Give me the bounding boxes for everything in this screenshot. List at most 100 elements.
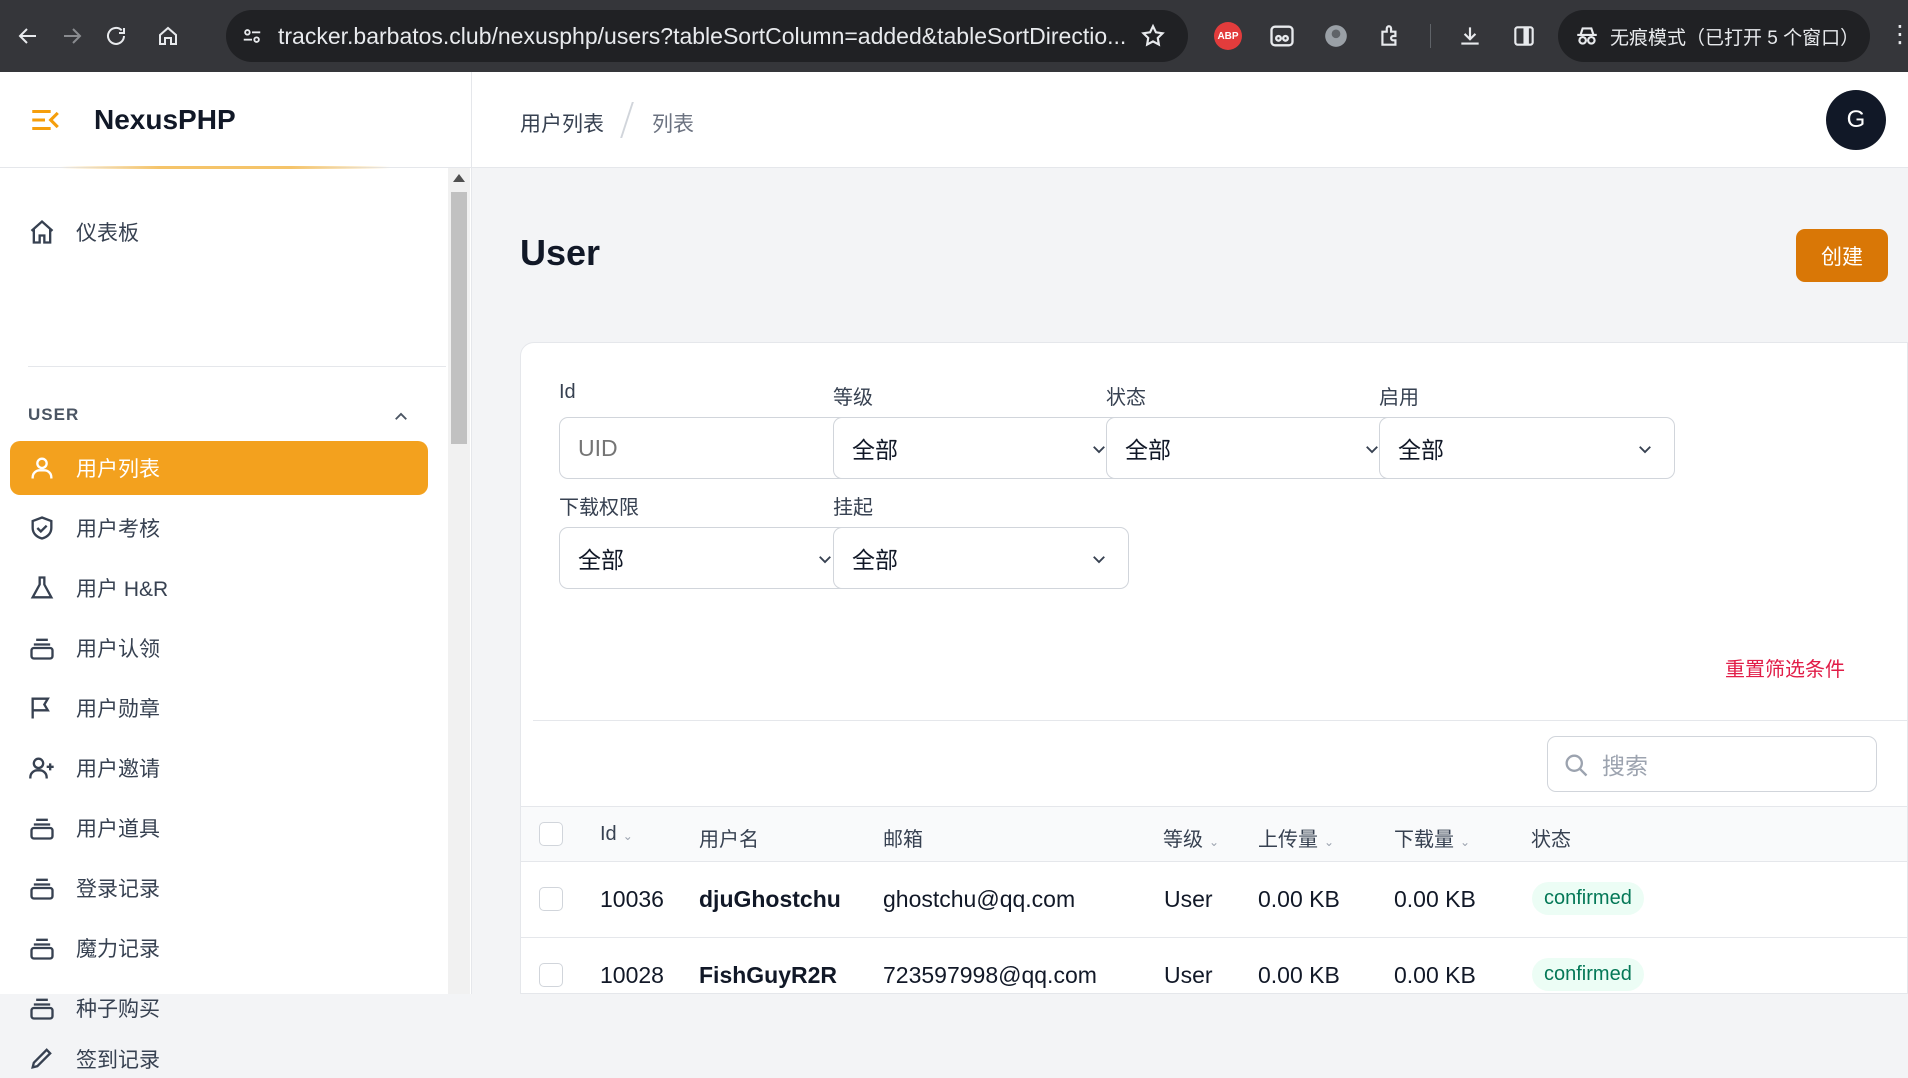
column-label: 上传量 <box>1258 829 1318 851</box>
cell-downloaded: 0.00 KB <box>1394 962 1476 988</box>
sidebar-group-label[interactable]: USER <box>28 405 79 425</box>
sidebar-item-user-list[interactable]: 用户列表 <box>10 441 428 495</box>
search-icon <box>1565 754 1588 777</box>
sidebar-item-hr[interactable]: 用户 H&R <box>10 561 428 615</box>
filter-status-label: 状态 <box>1106 387 1146 409</box>
site-info-icon[interactable] <box>226 25 278 47</box>
sidebar-item-label: 用户邀请 <box>76 758 160 781</box>
more-menu-icon[interactable]: ⋮ <box>1888 20 1908 49</box>
sidebar-item-label: 登录记录 <box>76 878 160 901</box>
collection-icon <box>30 818 54 840</box>
sort-chevron-icon: ⌄ <box>1209 835 1220 849</box>
cell-email: ghostchu@qq.com <box>883 886 1076 912</box>
column-uploaded[interactable]: 上传量 ⌄ <box>1258 823 1334 852</box>
sidebar-item-invite[interactable]: 用户邀请 <box>10 741 428 795</box>
cell-uploaded: 0.00 KB <box>1258 886 1340 912</box>
chevron-down-icon <box>1093 556 1105 564</box>
filter-enabled-label: 启用 <box>1379 387 1419 409</box>
sidebar-item-exam[interactable]: 用户考核 <box>10 501 428 555</box>
sidebar-brand: NexusPHP <box>0 72 471 169</box>
adblock-extension-icon[interactable]: ABP <box>1210 18 1246 54</box>
table-row[interactable]: 10036 djuGhostchu ghostchu@qq.com User 0… <box>521 862 1907 938</box>
scrollbar-thumb[interactable] <box>451 192 467 444</box>
bookmark-star-icon[interactable] <box>1140 23 1166 54</box>
flask-icon <box>30 576 54 599</box>
cell-id: 10036 <box>600 886 664 912</box>
cell-class: User <box>1164 962 1213 988</box>
sidebar-item-label: 用户认领 <box>76 638 160 661</box>
table-row[interactable]: 10028 FishGuyR2R 723597998@qq.com User 0… <box>521 938 1907 993</box>
scroll-up-arrow[interactable] <box>453 174 465 182</box>
column-email: 邮箱 <box>883 823 923 852</box>
cell-uploaded: 0.00 KB <box>1258 962 1340 988</box>
breadcrumb-user-list[interactable]: 用户列表 <box>520 108 604 138</box>
select-value: 全部 <box>852 547 898 573</box>
collapse-menu-icon[interactable] <box>28 103 62 137</box>
filter-parked-select[interactable]: 全部 <box>833 527 1129 589</box>
sidebar-item-login-log[interactable]: 登录记录 <box>10 861 428 915</box>
sidebar-item-props[interactable]: 用户道具 <box>10 801 428 855</box>
search-input[interactable]: 搜索 <box>1547 736 1877 792</box>
side-panel-icon[interactable] <box>1506 18 1542 54</box>
collection-icon <box>30 938 54 960</box>
extensions-puzzle-icon[interactable] <box>1372 18 1408 54</box>
cell-username[interactable]: FishGuyR2R <box>699 962 837 989</box>
chevron-up-icon[interactable] <box>392 408 410 426</box>
avatar[interactable]: G <box>1826 90 1886 150</box>
flag-icon <box>31 697 50 719</box>
sidebar-item-label: 魔力记录 <box>76 938 160 961</box>
brand-name[interactable]: NexusPHP <box>94 104 236 136</box>
cell-id: 10028 <box>600 962 664 988</box>
sidebar-item-bonus-log[interactable]: 魔力记录 <box>10 921 428 975</box>
select-value: 全部 <box>1125 437 1171 463</box>
sidebar: NexusPHP 仪表板 USER 用户列表 用户考核 用户 H&R 用户认领 … <box>0 72 472 1072</box>
filter-download-select[interactable]: 全部 <box>559 527 855 589</box>
sidebar-item-attendance[interactable]: 签到记录 <box>10 1038 428 1078</box>
create-button[interactable]: 创建 <box>1796 229 1888 282</box>
select-value: 全部 <box>578 547 624 573</box>
chevron-down-icon <box>819 556 831 564</box>
sort-chevron-icon: ⌄ <box>1324 835 1335 849</box>
reload-icon[interactable] <box>94 14 138 58</box>
select-value: 全部 <box>1398 437 1444 463</box>
filter-parked-label: 挂起 <box>833 497 873 519</box>
select-all-checkbox[interactable] <box>539 822 563 846</box>
sidebar-item-label: 用户道具 <box>76 818 160 841</box>
filter-status-select[interactable]: 全部 <box>1106 417 1402 479</box>
sidebar-divider <box>28 366 446 367</box>
download-icon[interactable] <box>1452 18 1488 54</box>
sidebar-item-label: 用户考核 <box>76 518 160 541</box>
home-icon[interactable] <box>146 14 190 58</box>
column-downloaded[interactable]: 下载量 ⌄ <box>1394 823 1470 852</box>
status-badge: confirmed <box>1532 958 1644 991</box>
search-placeholder: 搜索 <box>1602 753 1648 779</box>
filter-enabled-select[interactable]: 全部 <box>1379 417 1675 479</box>
address-bar[interactable]: tracker.barbatos.club/nexusphp/users?tab… <box>226 10 1188 62</box>
cell-username[interactable]: djuGhostchu <box>699 886 841 913</box>
chevron-down-icon <box>1639 446 1651 454</box>
sort-chevron-icon: ⌄ <box>1460 835 1471 849</box>
reset-filters-link[interactable]: 重置筛选条件 <box>1725 653 1845 682</box>
sidebar-item-dashboard[interactable]: 仪表板 <box>10 205 428 259</box>
incognito-indicator[interactable]: 无痕模式（已打开 5 个窗口） <box>1558 10 1870 62</box>
sidebar-item-medal[interactable]: 用户勋章 <box>10 681 428 735</box>
column-class[interactable]: 等级 ⌄ <box>1163 823 1219 852</box>
sidebar-item-label: 用户 H&R <box>76 578 169 601</box>
filter-id-input[interactable] <box>559 417 855 479</box>
home-icon <box>30 219 54 244</box>
row-checkbox[interactable] <box>539 963 563 987</box>
url-text: tracker.barbatos.club/nexusphp/users?tab… <box>278 22 1127 49</box>
row-checkbox[interactable] <box>539 887 563 911</box>
reader-extension-icon[interactable] <box>1264 18 1300 54</box>
adblock-label: ABP <box>1214 22 1242 50</box>
sidebar-item-claim[interactable]: 用户认领 <box>10 621 428 675</box>
column-id[interactable]: Id ⌄ <box>600 823 633 846</box>
collection-icon <box>30 998 54 1020</box>
back-arrow-icon[interactable] <box>6 14 50 58</box>
profile-extension-icon[interactable] <box>1318 18 1354 54</box>
sidebar-scrollbar[interactable] <box>448 168 470 994</box>
sidebar-item-torrent-buy[interactable]: 种子购买 <box>10 981 428 1035</box>
filter-class-select[interactable]: 全部 <box>833 417 1129 479</box>
collection-icon <box>30 878 54 900</box>
forward-arrow-icon[interactable] <box>50 14 94 58</box>
